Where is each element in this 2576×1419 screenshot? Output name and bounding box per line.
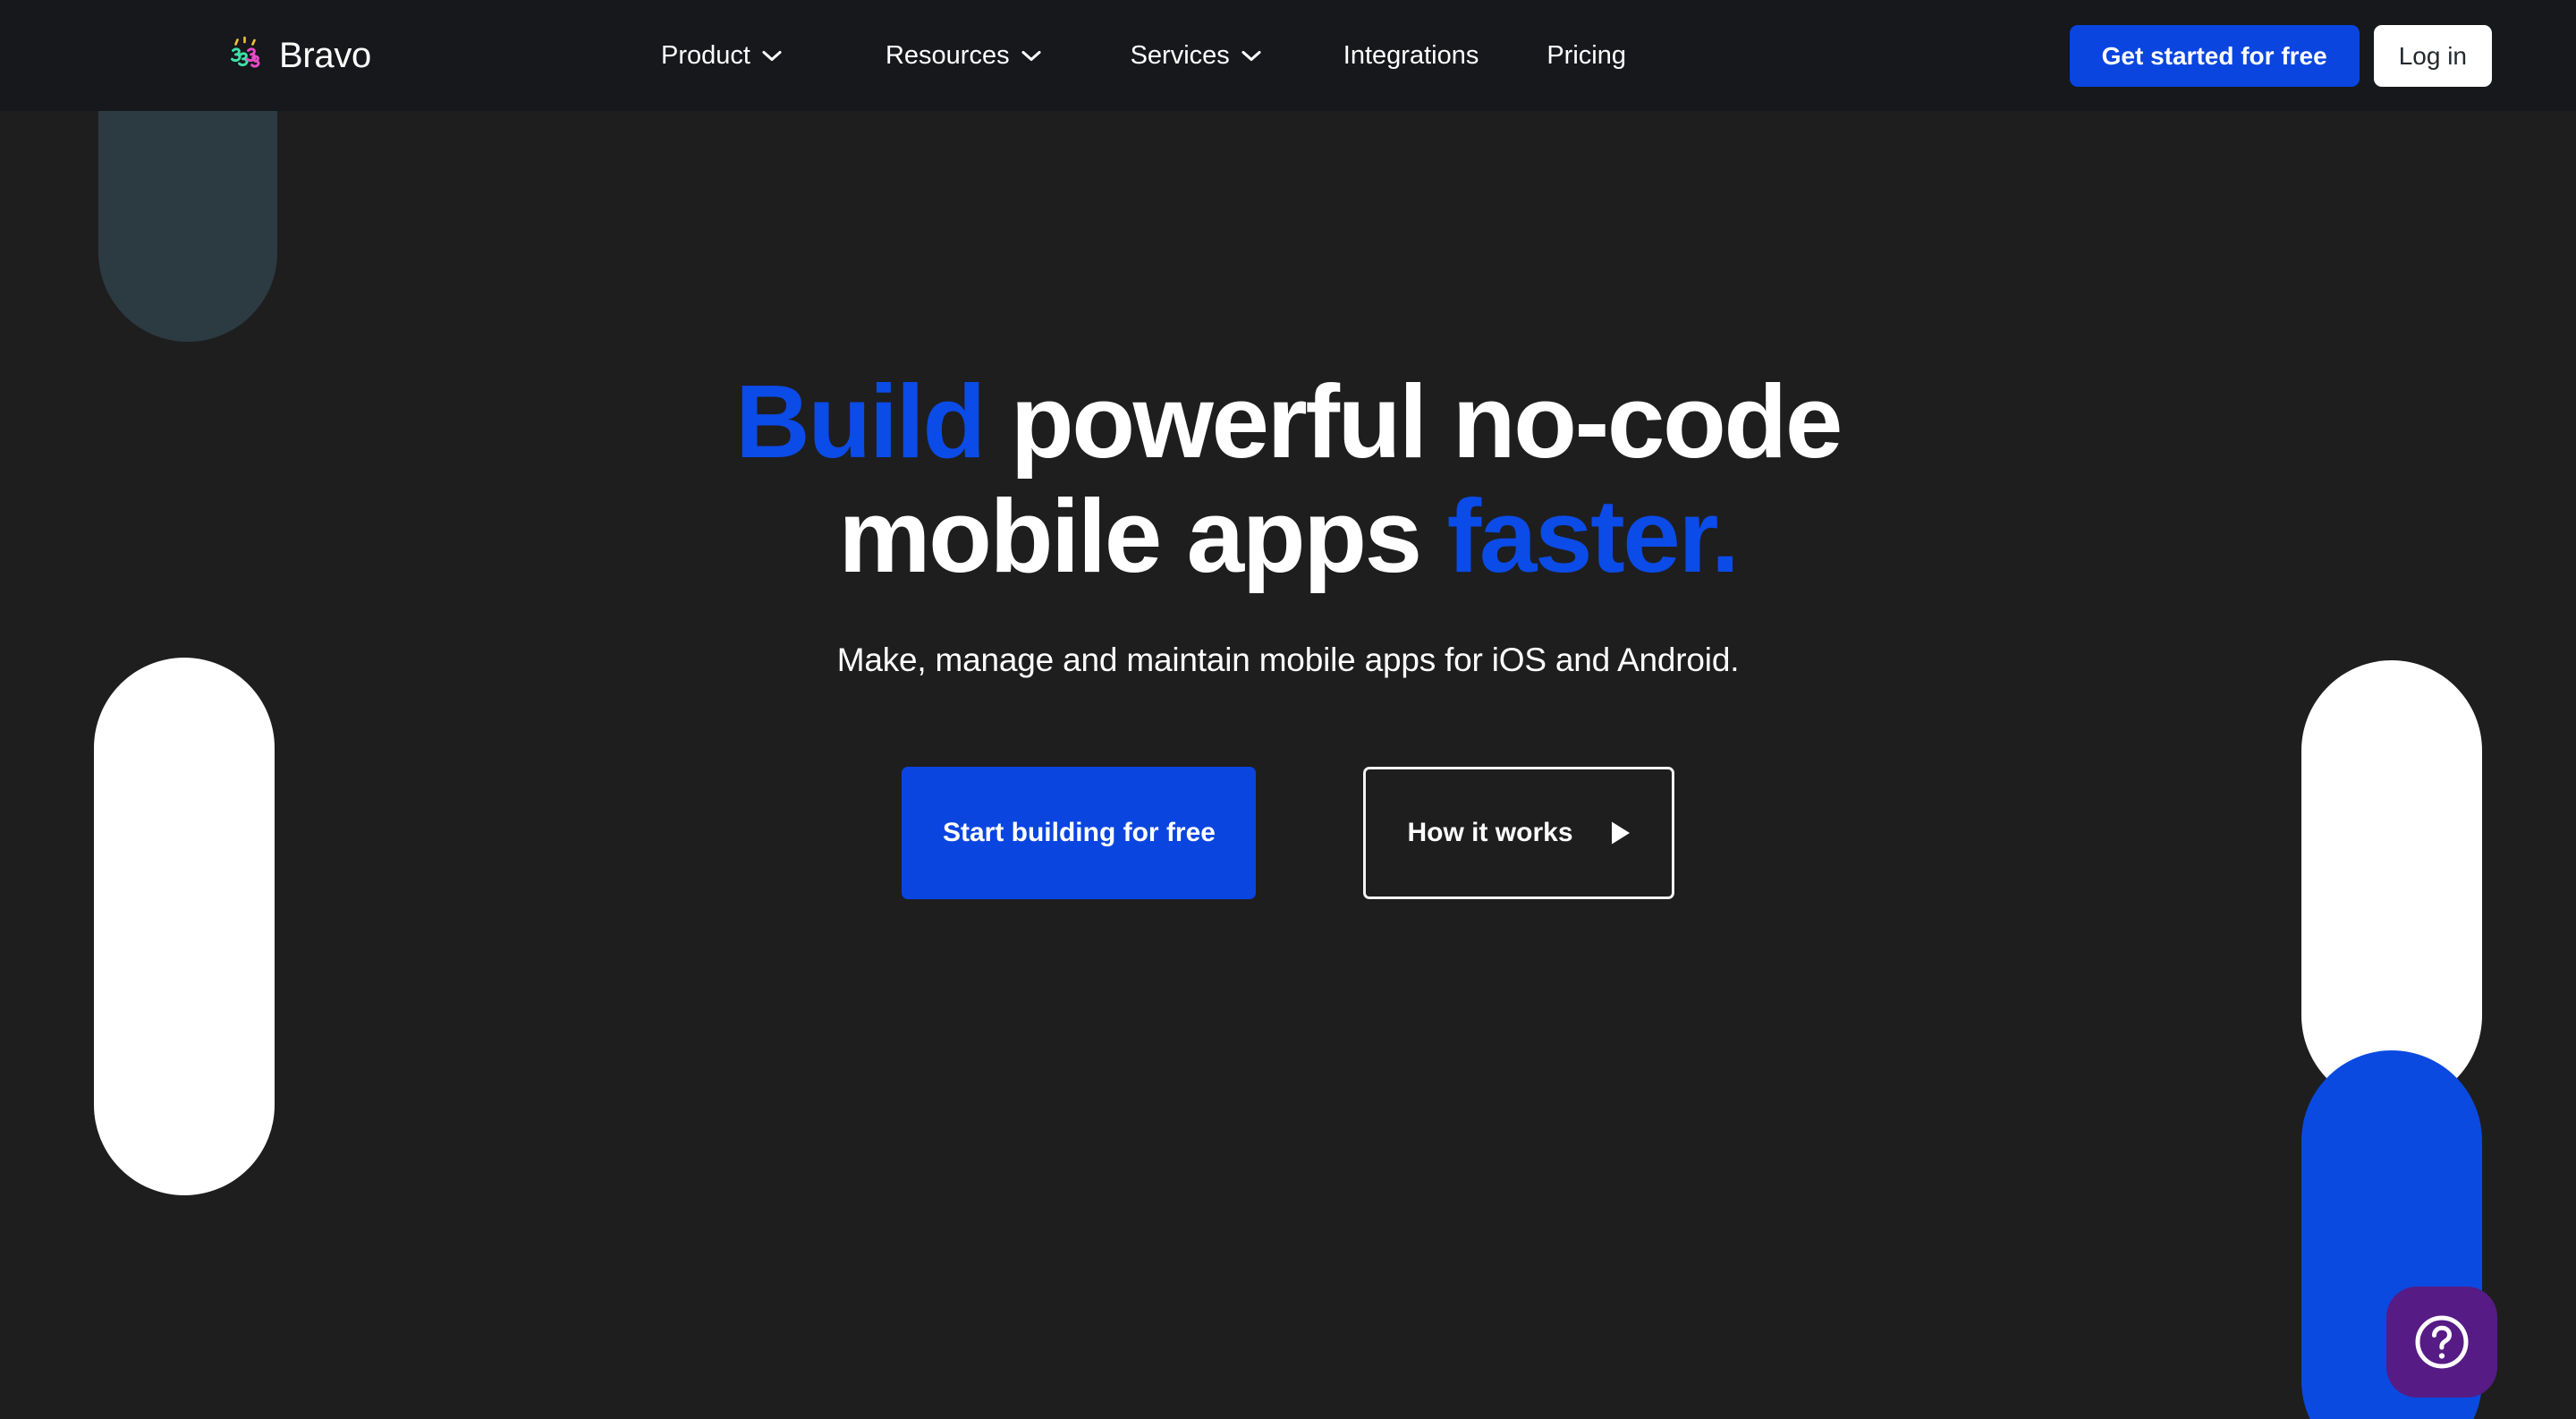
chevron-down-icon (1021, 50, 1041, 62)
nav-item-services[interactable]: Services (1131, 41, 1261, 71)
nav-item-resources[interactable]: Resources (886, 41, 1041, 71)
question-mark-circle-icon (2411, 1312, 2472, 1372)
nav-item-label: Product (661, 40, 750, 70)
nav-item-pricing[interactable]: Pricing (1546, 41, 1626, 71)
hero-section: Build powerful no-code mobile apps faste… (0, 111, 2576, 1419)
headline-line2: mobile apps (838, 477, 1447, 594)
headline-accent-build: Build (734, 363, 986, 480)
headline-line1: powerful no-code (983, 363, 1843, 480)
how-it-works-label: How it works (1407, 818, 1573, 848)
nav-item-label: Pricing (1546, 40, 1626, 70)
clapping-hands-icon (225, 35, 267, 76)
nav-item-product[interactable]: Product (661, 41, 782, 71)
main-navigation: Product Resources Services Integrations … (661, 41, 1626, 71)
help-button[interactable] (2386, 1287, 2497, 1398)
how-it-works-button[interactable]: How it works (1363, 767, 1674, 900)
hero-subtitle: Make, manage and maintain mobile apps fo… (836, 642, 1740, 679)
nav-item-label: Resources (885, 40, 1010, 70)
nav-item-integrations[interactable]: Integrations (1343, 41, 1479, 71)
chevron-down-icon (762, 50, 782, 62)
login-button[interactable]: Log in (2373, 24, 2492, 87)
site-header: Bravo Product Resources Services Integra… (0, 0, 2576, 111)
header-actions: Get started for free Log in (2069, 0, 2576, 111)
nav-item-label: Services (1130, 40, 1230, 70)
landing-page: Bravo Product Resources Services Integra… (0, 0, 2576, 1419)
start-building-button[interactable]: Start building for free (902, 767, 1257, 900)
play-icon (1611, 820, 1631, 845)
page-title: Build powerful no-code mobile apps faste… (483, 363, 2093, 594)
brand-logo-link[interactable]: Bravo (225, 35, 371, 76)
brand-name: Bravo (279, 36, 371, 75)
chevron-down-icon (1241, 50, 1261, 62)
get-started-button[interactable]: Get started for free (2069, 24, 2360, 87)
nav-item-label: Integrations (1343, 40, 1479, 70)
headline-accent-faster: faster. (1446, 477, 1740, 594)
hero-cta-group: Start building for free How it works (902, 767, 1674, 900)
